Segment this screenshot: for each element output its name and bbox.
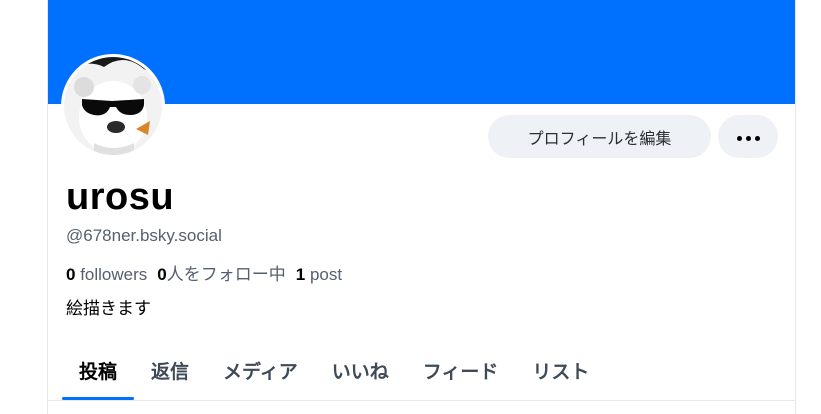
tab-feeds[interactable]: フィード [406, 340, 516, 400]
handle: @678ner.bsky.social [66, 226, 222, 245]
posts-count: 1 [295, 265, 306, 284]
followers-link[interactable]: 0 followers [66, 265, 147, 284]
more-options-button[interactable] [718, 115, 778, 158]
posts-stat: 1 post [296, 265, 342, 284]
display-name: urosu [66, 176, 175, 218]
edit-profile-button[interactable]: プロフィールを編集 [488, 115, 711, 158]
tab-likes[interactable]: いいね [315, 340, 406, 400]
ellipsis-icon [735, 129, 762, 144]
profile-page: プロフィールを編集 urosu @678ner.bsky.social 0 fo… [47, 0, 796, 414]
followers-label: followers [80, 265, 148, 284]
tab-replies[interactable]: 返信 [134, 340, 206, 400]
bio: 絵描きます [66, 299, 151, 319]
followers-count: 0 [66, 265, 76, 284]
profile-tabs: 投稿 返信 メディア いいね フィード リスト [62, 340, 606, 400]
posts-label: post [309, 265, 343, 284]
following-count: 0 [157, 265, 167, 284]
avatar-image [64, 57, 162, 155]
following-link[interactable]: 0人をフォロー中 [157, 265, 285, 284]
following-label: 人をフォロー中 [166, 265, 286, 284]
avatar[interactable] [61, 54, 165, 158]
tab-media[interactable]: メディア [206, 340, 315, 400]
tabs-divider [48, 400, 795, 401]
tab-lists[interactable]: リスト [515, 340, 606, 400]
profile-stats: 0 followers 0人をフォロー中 1 post [66, 260, 342, 285]
tab-posts[interactable]: 投稿 [62, 340, 135, 400]
